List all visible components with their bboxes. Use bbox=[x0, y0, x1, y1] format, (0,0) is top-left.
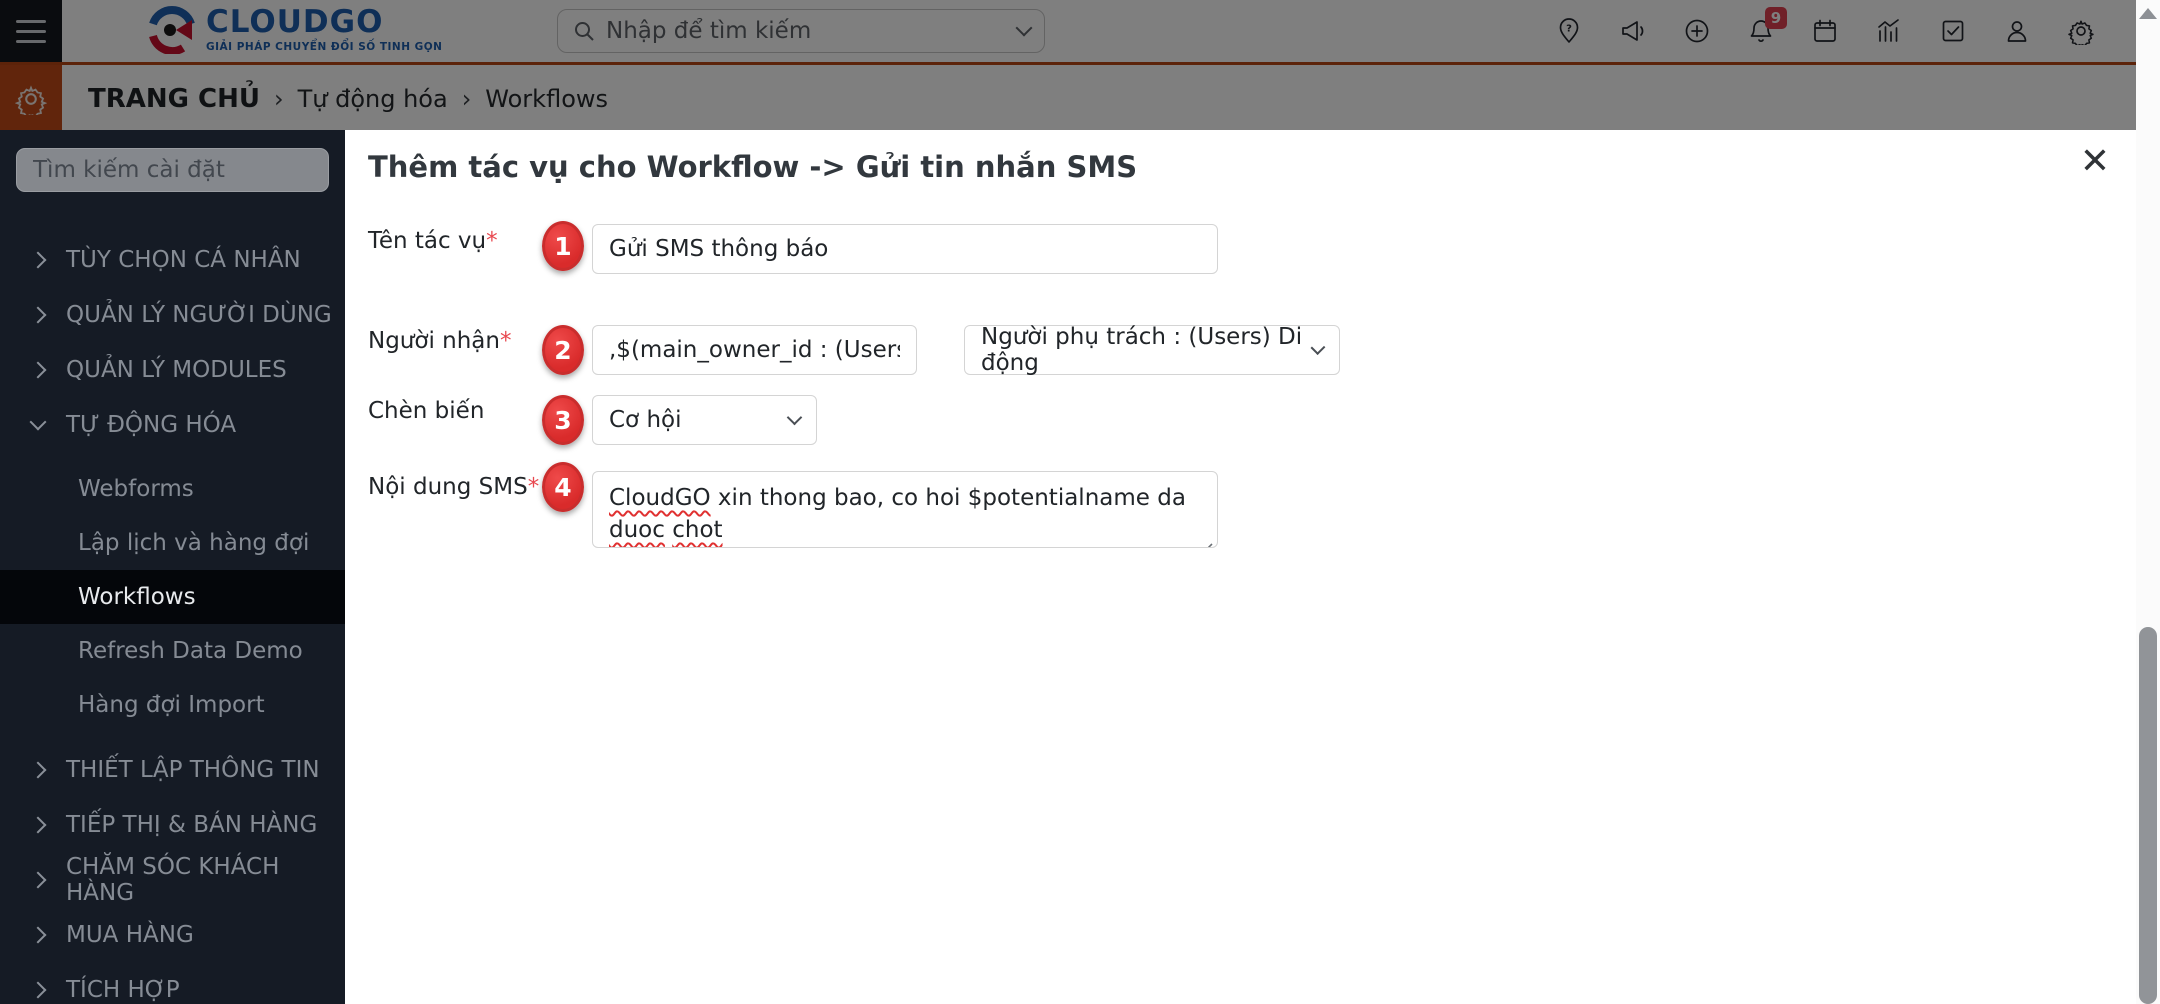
recipient-field-picker[interactable]: Người phụ trách : (Users) Di động bbox=[964, 324, 1340, 376]
insert-variable-select[interactable]: Cơ hội bbox=[592, 395, 817, 445]
insert-variable-value: Cơ hội bbox=[609, 407, 682, 433]
chevron-down-icon bbox=[786, 409, 803, 426]
step-1-marker: 1 bbox=[542, 221, 584, 271]
sidebar-section-label: TÙY CHỌN CÁ NHÂN bbox=[66, 246, 301, 273]
sidebar-section-label: THIẾT LẬP THÔNG TIN bbox=[66, 756, 320, 783]
sidebar-section-user-management[interactable]: QUẢN LÝ NGƯỜI DÙNG bbox=[0, 287, 345, 342]
chevron-right-icon bbox=[29, 361, 47, 378]
task-name-input[interactable] bbox=[592, 224, 1218, 274]
settings-sidebar: TÙY CHỌN CÁ NHÂN QUẢN LÝ NGƯỜI DÙNG QUẢN… bbox=[0, 130, 345, 1004]
sidebar-section-personal-options[interactable]: TÙY CHỌN CÁ NHÂN bbox=[0, 232, 345, 287]
sidebar-section-label: QUẢN LÝ NGƯỜI DÙNG bbox=[66, 301, 332, 328]
task-name-label: Tên tác vụ* bbox=[368, 228, 498, 254]
sidebar-section-marketing-sales[interactable]: TIẾP THỊ & BÁN HÀNG bbox=[0, 797, 345, 852]
step-4-marker: 4 bbox=[542, 462, 584, 512]
sidebar-item-workflows[interactable]: Workflows bbox=[0, 570, 345, 624]
sidebar-item-webforms[interactable]: Webforms bbox=[0, 462, 345, 516]
scrollbar-thumb[interactable] bbox=[2139, 627, 2157, 1004]
sms-content-textarea[interactable]: CloudGO xin thong bao, co hoi $potential… bbox=[592, 471, 1218, 548]
sidebar-section-customer-care[interactable]: CHĂM SÓC KHÁCH HÀNG bbox=[0, 852, 345, 907]
chevron-down-icon bbox=[29, 413, 47, 430]
chevron-right-icon bbox=[29, 306, 47, 323]
sidebar-item-import-queue[interactable]: Hàng đợi Import bbox=[0, 678, 345, 732]
sidebar-item-scheduler-queue[interactable]: Lập lịch và hàng đợi bbox=[0, 516, 345, 570]
sidebar-section-label: TỰ ĐỘNG HÓA bbox=[66, 411, 237, 438]
sidebar-section-label: MUA HÀNG bbox=[66, 921, 194, 948]
sidebar-section-label: QUẢN LÝ MODULES bbox=[66, 356, 287, 383]
chevron-right-icon bbox=[29, 816, 47, 833]
chevron-right-icon bbox=[29, 761, 47, 778]
recipient-label: Người nhận* bbox=[368, 328, 512, 354]
sms-content-label: Nội dung SMS* bbox=[368, 474, 540, 500]
sidebar-section-label: TIẾP THỊ & BÁN HÀNG bbox=[66, 811, 318, 838]
resize-handle-icon[interactable] bbox=[1200, 530, 1213, 547]
sidebar-section-info-setup[interactable]: THIẾT LẬP THÔNG TIN bbox=[0, 742, 345, 797]
sidebar-section-automation[interactable]: TỰ ĐỘNG HÓA bbox=[0, 397, 345, 452]
sidebar-search-input[interactable] bbox=[16, 148, 329, 192]
chevron-right-icon bbox=[29, 981, 47, 998]
chevron-right-icon bbox=[29, 251, 47, 268]
page-scrollbar[interactable] bbox=[2136, 0, 2160, 1004]
insert-variable-label: Chèn biến bbox=[368, 398, 485, 424]
recipient-picker-value: Người phụ trách : (Users) Di động bbox=[981, 324, 1303, 376]
sidebar-nav: TÙY CHỌN CÁ NHÂN QUẢN LÝ NGƯỜI DÙNG QUẢN… bbox=[0, 232, 345, 1004]
recipient-input[interactable] bbox=[592, 325, 917, 375]
modal-dim-overlay bbox=[0, 0, 2136, 130]
step-2-marker: 2 bbox=[542, 325, 584, 375]
chevron-right-icon bbox=[29, 926, 47, 943]
chevron-right-icon bbox=[29, 871, 47, 888]
sidebar-item-refresh-data-demo[interactable]: Refresh Data Demo bbox=[0, 624, 345, 678]
sidebar-section-label: CHĂM SÓC KHÁCH HÀNG bbox=[66, 853, 280, 906]
modal-title: Thêm tác vụ cho Workflow -> Gửi tin nhắn… bbox=[368, 150, 1138, 184]
close-icon[interactable]: ✕ bbox=[2080, 144, 2110, 180]
add-workflow-task-modal: Thêm tác vụ cho Workflow -> Gửi tin nhắn… bbox=[345, 130, 2136, 1004]
scroll-up-arrow-icon[interactable] bbox=[2139, 8, 2157, 19]
sidebar-section-label: TÍCH HỢP bbox=[66, 976, 180, 1003]
sidebar-section-module-management[interactable]: QUẢN LÝ MODULES bbox=[0, 342, 345, 397]
step-3-marker: 3 bbox=[542, 395, 584, 445]
automation-submenu: Webforms Lập lịch và hàng đợi Workflows … bbox=[0, 462, 345, 732]
sidebar-section-integration[interactable]: TÍCH HỢP bbox=[0, 962, 345, 1004]
sidebar-section-purchasing[interactable]: MUA HÀNG bbox=[0, 907, 345, 962]
